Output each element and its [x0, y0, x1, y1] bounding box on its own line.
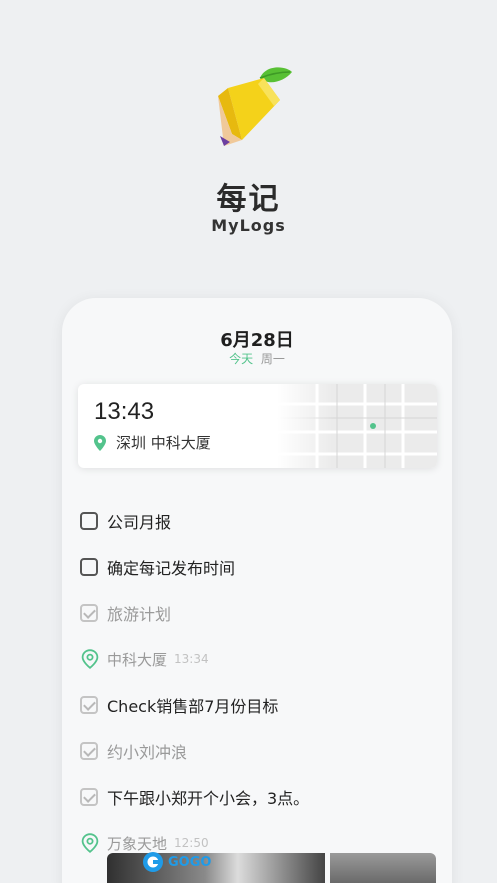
checkbox-checked[interactable] [80, 604, 98, 622]
journal-card: 6月28日 今天 周一 13:43 深圳 中科大厦 公司月报 确定每记发布时间 … [62, 298, 452, 883]
weekday-label: 周一 [260, 352, 285, 366]
app-logo [206, 62, 298, 154]
map-thumbnail [277, 384, 437, 468]
location-outline-icon [80, 833, 100, 853]
today-label: 今天 [229, 352, 254, 366]
todo-text: Check销售部7月份目标 [107, 697, 279, 716]
todo-item-done[interactable]: 下午跟小郑开个小会，3点。 [80, 774, 438, 820]
app-subtitle: MyLogs [211, 216, 286, 235]
checkbox[interactable] [80, 558, 98, 576]
todo-text: 确定每记发布时间 [107, 559, 236, 578]
location-timestamp: 13:34 [174, 652, 209, 666]
todo-text: 下午跟小郑开个小会，3点。 [107, 789, 310, 808]
location-outline-icon [80, 649, 100, 669]
checkbox-checked[interactable] [80, 742, 98, 760]
photo-thumbnail[interactable] [330, 853, 436, 883]
todo-text: 旅游计划 [107, 605, 172, 624]
watermark-logo: GOGO [142, 848, 246, 876]
entry-list: 公司月报 确定每记发布时间 旅游计划 中科大厦 13:34 Check销售部7月… [80, 498, 438, 866]
todo-text: 约小刘冲浪 [107, 743, 188, 762]
todo-item[interactable]: 确定每记发布时间 [80, 544, 438, 590]
todo-item[interactable]: 公司月报 [80, 498, 438, 544]
date-heading: 6月28日 [220, 330, 294, 351]
location-card[interactable]: 13:43 深圳 中科大厦 [78, 384, 437, 468]
todo-item-done[interactable]: Check销售部7月份目标 [80, 682, 438, 728]
location-pin-icon [94, 434, 106, 451]
app-title: 每记 [216, 182, 281, 217]
checkbox-checked[interactable] [80, 788, 98, 806]
location-place: 深圳 中科大厦 [116, 434, 211, 452]
location-entry[interactable]: 中科大厦 13:34 [80, 636, 438, 682]
todo-item-done[interactable]: 旅游计划 [80, 590, 438, 636]
todo-item-done[interactable]: 约小刘冲浪 [80, 728, 438, 774]
location-time: 13:43 [94, 398, 155, 425]
day-line: 今天 周一 [62, 350, 452, 367]
checkbox[interactable] [80, 512, 98, 530]
location-place-row: 深圳 中科大厦 [94, 432, 211, 453]
location-name: 中科大厦 [107, 650, 168, 669]
todo-text: 公司月报 [107, 513, 172, 532]
checkbox-checked[interactable] [80, 696, 98, 714]
